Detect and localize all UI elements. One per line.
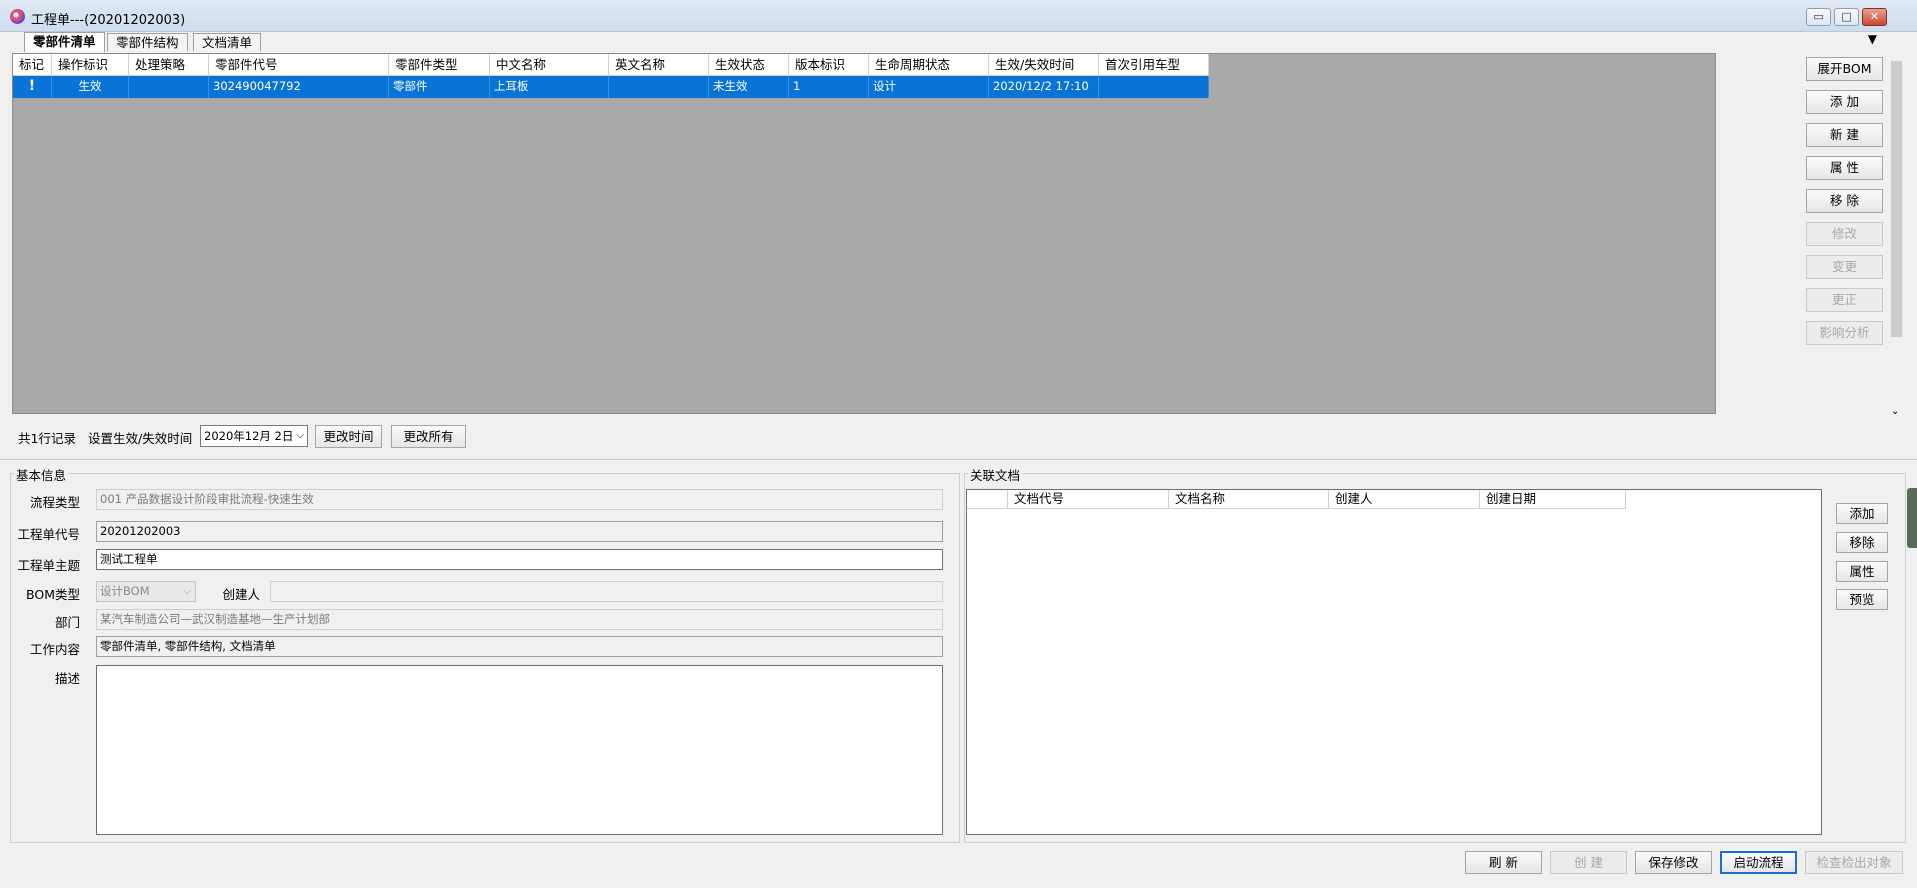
bom-type-select[interactable]: 设计BOM ⌵ bbox=[96, 581, 196, 602]
column-header[interactable]: 首次引用车型 bbox=[1099, 54, 1209, 76]
app-icon bbox=[10, 9, 25, 24]
date-value: 2020年12月 2日 bbox=[204, 429, 294, 443]
column-header[interactable]: 处理策略 bbox=[129, 54, 209, 76]
table-row[interactable]: ! 生效 302490047792 零部件 上耳板 未生效 1 设计 2020/… bbox=[13, 76, 1209, 98]
parts-grid[interactable]: 标记 操作标识 处理策略 零部件代号 零部件类型 中文名称 英文名称 生效状态 … bbox=[12, 53, 1716, 414]
impact-analysis-button[interactable]: 影响分析 bbox=[1806, 321, 1883, 345]
column-header[interactable]: 中文名称 bbox=[490, 54, 609, 76]
column-header[interactable]: 创建日期 bbox=[1480, 490, 1626, 509]
new-button[interactable]: 新 建 bbox=[1806, 123, 1883, 147]
table-cell: 302490047792 bbox=[209, 76, 389, 98]
department-field[interactable]: 某汽车制造公司—武汉制造基地—生产计划部 bbox=[96, 609, 943, 630]
column-header[interactable]: 文档代号 bbox=[1008, 490, 1169, 509]
doc-preview-button[interactable]: 预览 bbox=[1836, 589, 1888, 610]
table-cell: 设计 bbox=[869, 76, 989, 98]
table-cell bbox=[129, 76, 209, 98]
modify-button[interactable]: 修改 bbox=[1806, 222, 1883, 246]
table-cell: 零部件 bbox=[389, 76, 490, 98]
correct-button[interactable]: 更正 bbox=[1806, 288, 1883, 312]
table-cell bbox=[1099, 76, 1209, 98]
column-header[interactable]: 生效状态 bbox=[709, 54, 789, 76]
column-header[interactable]: 创建人 bbox=[1329, 490, 1480, 509]
column-header[interactable]: 英文名称 bbox=[609, 54, 709, 76]
save-changes-button[interactable]: 保存修改 bbox=[1635, 851, 1712, 874]
close-button[interactable]: ✕ bbox=[1862, 8, 1887, 26]
process-type-field[interactable]: 001 产品数据设计阶段审批流程-快速生效 bbox=[96, 489, 943, 510]
tab-parts-structure[interactable]: 零部件结构 bbox=[107, 33, 188, 51]
table-cell bbox=[609, 76, 709, 98]
start-process-button[interactable]: 启动流程 bbox=[1720, 851, 1797, 874]
column-header[interactable]: 版本标识 bbox=[789, 54, 869, 76]
tab-parts-list[interactable]: 零部件清单 bbox=[24, 32, 105, 52]
related-docs-grid[interactable]: 文档代号 文档名称 创建人 创建日期 bbox=[966, 489, 1822, 835]
order-code-label: 工程单代号 bbox=[17, 527, 80, 542]
table-cell: 1 bbox=[789, 76, 869, 98]
related-docs-header: 文档代号 文档名称 创建人 创建日期 bbox=[967, 490, 1626, 509]
overflow-arrow-icon[interactable]: ▼ bbox=[1868, 32, 1877, 46]
column-header[interactable]: 操作标识 bbox=[52, 54, 129, 76]
maximize-button[interactable]: □ bbox=[1834, 8, 1859, 26]
process-type-label: 流程类型 bbox=[29, 495, 80, 510]
table-cell: 未生效 bbox=[709, 76, 789, 98]
date-picker[interactable]: 2020年12月 2日 ⌵ bbox=[200, 425, 308, 447]
table-cell: 2020/12/2 17:10 bbox=[989, 76, 1099, 98]
section-divider bbox=[0, 459, 1917, 460]
doc-properties-button[interactable]: 属性 bbox=[1836, 561, 1888, 582]
table-cell: 上耳板 bbox=[490, 76, 609, 98]
column-header[interactable]: 零部件代号 bbox=[209, 54, 389, 76]
column-header[interactable]: 标记 bbox=[13, 54, 52, 76]
column-header[interactable]: 生命周期状态 bbox=[869, 54, 989, 76]
create-button[interactable]: 创 建 bbox=[1550, 851, 1627, 874]
basic-info-title: 基本信息 bbox=[14, 465, 69, 484]
refresh-button[interactable]: 刷 新 bbox=[1465, 851, 1542, 874]
properties-button[interactable]: 属 性 bbox=[1806, 156, 1883, 180]
work-content-field[interactable]: 零部件清单, 零部件结构, 文档清单 bbox=[96, 636, 943, 657]
check-checkout-button[interactable]: 检查检出对象 bbox=[1805, 851, 1903, 874]
scrollbar-thumb[interactable] bbox=[1891, 61, 1902, 337]
title-bar: 工程单---(20201202003) ▭ □ ✕ bbox=[0, 0, 1917, 32]
record-count: 共1行记录 bbox=[18, 431, 76, 446]
description-textarea[interactable] bbox=[96, 665, 943, 835]
column-header[interactable] bbox=[967, 490, 1008, 509]
column-header[interactable]: 文档名称 bbox=[1169, 490, 1329, 509]
order-code-field[interactable]: 20201202003 bbox=[96, 521, 943, 542]
parts-grid-header: 标记 操作标识 处理策略 零部件代号 零部件类型 中文名称 英文名称 生效状态 … bbox=[13, 54, 1209, 76]
set-time-label: 设置生效/失效时间 bbox=[88, 431, 193, 446]
tab-document-list[interactable]: 文档清单 bbox=[193, 33, 262, 51]
department-label: 部门 bbox=[54, 615, 80, 630]
doc-add-button[interactable]: 添加 bbox=[1836, 503, 1888, 524]
change-button[interactable]: 变更 bbox=[1806, 255, 1883, 279]
related-docs-title: 关联文档 bbox=[968, 465, 1023, 484]
add-button[interactable]: 添 加 bbox=[1806, 90, 1883, 114]
description-label: 描述 bbox=[54, 671, 80, 686]
expand-bom-button[interactable]: 展开BOM bbox=[1806, 57, 1883, 81]
bom-type-label: BOM类型 bbox=[26, 587, 80, 602]
bom-type-value: 设计BOM bbox=[100, 584, 150, 598]
subject-label: 工程单主题 bbox=[17, 558, 80, 573]
creator-label: 创建人 bbox=[222, 587, 260, 602]
table-cell: 生效 bbox=[52, 76, 129, 98]
side-dock-tab[interactable] bbox=[1907, 488, 1917, 548]
doc-remove-button[interactable]: 移除 bbox=[1836, 532, 1888, 553]
creator-field[interactable] bbox=[270, 581, 943, 602]
work-content-label: 工作内容 bbox=[29, 642, 80, 657]
subject-input[interactable]: 测试工程单 bbox=[96, 549, 943, 570]
column-header[interactable]: 零部件类型 bbox=[389, 54, 490, 76]
window-title: 工程单---(20201202003) bbox=[31, 13, 186, 28]
change-time-button[interactable]: 更改时间 bbox=[315, 425, 382, 448]
change-all-button[interactable]: 更改所有 bbox=[391, 425, 466, 448]
remove-button[interactable]: 移 除 bbox=[1806, 189, 1883, 213]
chevron-down-icon[interactable]: ⌵ bbox=[296, 426, 304, 446]
column-header[interactable]: 生效/失效时间 bbox=[989, 54, 1099, 76]
scroll-down-icon[interactable]: ⌄ bbox=[1891, 406, 1899, 417]
minimize-button[interactable]: ▭ bbox=[1806, 8, 1831, 26]
chevron-down-icon: ⌵ bbox=[183, 586, 191, 597]
vertical-scrollbar[interactable]: ⌄ bbox=[1889, 55, 1904, 417]
table-cell: ! bbox=[13, 76, 52, 98]
